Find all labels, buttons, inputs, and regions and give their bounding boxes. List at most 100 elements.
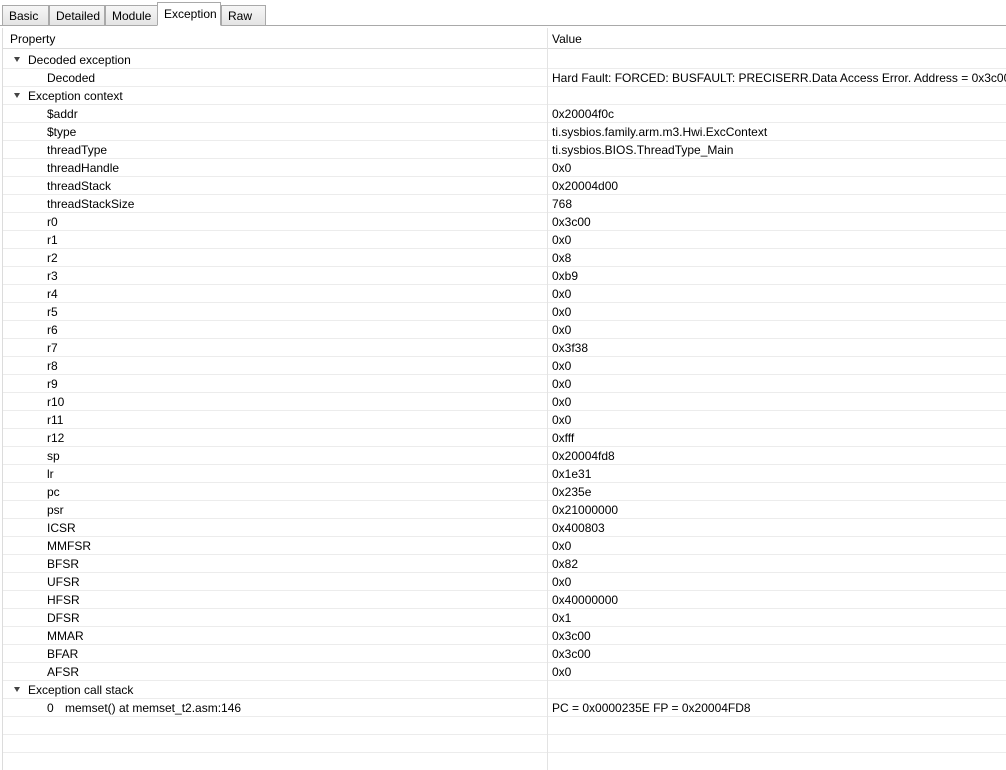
collapse-triangle-icon[interactable]	[14, 57, 20, 62]
table-row[interactable]: $type ti.sysbios.family.arm.m3.Hwi.ExcCon…	[3, 123, 1006, 141]
table-row[interactable]: r11 0x0	[3, 411, 1006, 429]
stack-frame-row[interactable]: 0 memset() at memset_t2.asm:146 PC = 0x0…	[3, 699, 1006, 717]
property-value: 0x0	[552, 305, 572, 319]
property-name: threadHandle	[47, 161, 120, 175]
empty-row	[3, 735, 1006, 753]
group-label: Decoded exception	[28, 53, 131, 67]
collapse-triangle-icon[interactable]	[14, 93, 20, 98]
table-row[interactable]: BFAR 0x3c00	[3, 645, 1006, 663]
property-value: 0x20004fd8	[552, 449, 615, 463]
table-row[interactable]: r1 0x0	[3, 231, 1006, 249]
property-name: r7	[47, 341, 58, 355]
table-row[interactable]: HFSR 0x40000000	[3, 591, 1006, 609]
tab-exception[interactable]: Exception	[157, 2, 221, 26]
property-value: 0xb9	[552, 269, 579, 283]
frame-value: PC = 0x0000235E FP = 0x20004FD8	[552, 701, 751, 715]
property-value: 0x1e31	[552, 467, 592, 481]
group-row-exception-context[interactable]: Exception context	[3, 87, 1006, 105]
table-row[interactable]: r2 0x8	[3, 249, 1006, 267]
column-header-value[interactable]: Value	[552, 32, 582, 46]
table-row[interactable]: r3 0xb9	[3, 267, 1006, 285]
table-row[interactable]: r4 0x0	[3, 285, 1006, 303]
group-row-decoded-exception[interactable]: Decoded exception	[3, 51, 1006, 69]
property-name: ICSR	[47, 521, 76, 535]
table-header: Property Value	[3, 28, 1006, 49]
property-value: 0x3f38	[552, 341, 589, 355]
group-label: Exception call stack	[28, 683, 134, 697]
table-row[interactable]: r5 0x0	[3, 303, 1006, 321]
property-name: threadStackSize	[47, 197, 135, 211]
property-value: 0x8	[552, 251, 572, 265]
property-value: 0x0	[552, 323, 572, 337]
property-name: threadType	[47, 143, 108, 157]
property-value: 0x3c00	[552, 629, 591, 643]
property-value: 0x0	[552, 287, 572, 301]
property-value: 0x0	[552, 359, 572, 373]
table-row[interactable]: threadHandle 0x0	[3, 159, 1006, 177]
table-row[interactable]: threadType ti.sysbios.BIOS.ThreadType_Mai…	[3, 141, 1006, 159]
property-name: psr	[47, 503, 64, 517]
tab-basic[interactable]: Basic	[2, 5, 49, 25]
property-value: 0x235e	[552, 485, 592, 499]
tab-module[interactable]: Module	[105, 5, 158, 25]
property-name: sp	[47, 449, 60, 463]
property-name: lr	[47, 467, 54, 481]
tab-raw[interactable]: Raw	[221, 5, 266, 25]
table-row[interactable]: threadStackSize 768	[3, 195, 1006, 213]
property-name: r0	[47, 215, 58, 229]
table-row[interactable]: ICSR 0x400803	[3, 519, 1006, 537]
property-value: 0x1	[552, 611, 572, 625]
table-row[interactable]: psr 0x21000000	[3, 501, 1006, 519]
table-row[interactable]: r10 0x0	[3, 393, 1006, 411]
property-name: $addr	[47, 107, 78, 121]
table-row[interactable]: r9 0x0	[3, 375, 1006, 393]
property-value: 0x3c00	[552, 647, 591, 661]
property-table: Property Value Decoded exception Decoded…	[2, 28, 1006, 770]
group-row-exception-call-stack[interactable]: Exception call stack	[3, 681, 1006, 699]
property-name: DFSR	[47, 611, 80, 625]
tab-detailed[interactable]: Detailed	[49, 5, 105, 25]
property-name: Decoded	[47, 71, 96, 85]
table-row[interactable]: AFSR 0x0	[3, 663, 1006, 681]
table-row[interactable]: BFSR 0x82	[3, 555, 1006, 573]
property-value: 0x0	[552, 377, 572, 391]
property-value: 0x20004d00	[552, 179, 619, 193]
table-row-decoded[interactable]: Decoded Hard Fault: FORCED: BUSFAULT: PR…	[3, 69, 1006, 87]
property-value: 0x0	[552, 395, 572, 409]
property-name: HFSR	[47, 593, 80, 607]
property-name: AFSR	[47, 665, 80, 679]
column-divider[interactable]	[547, 28, 548, 770]
table-row[interactable]: r6 0x0	[3, 321, 1006, 339]
property-name: UFSR	[47, 575, 80, 589]
table-row[interactable]: r8 0x0	[3, 357, 1006, 375]
table-row[interactable]: sp 0x20004fd8	[3, 447, 1006, 465]
property-value: 0x0	[552, 161, 572, 175]
frame-index: 0	[47, 701, 54, 715]
group-label: Exception context	[28, 89, 123, 103]
table-row[interactable]: $addr 0x20004f0c	[3, 105, 1006, 123]
column-header-property[interactable]: Property	[10, 32, 55, 46]
frame-name: memset() at memset_t2.asm:146	[65, 701, 242, 715]
table-row[interactable]: MMFSR 0x0	[3, 537, 1006, 555]
table-row[interactable]: r12 0xfff	[3, 429, 1006, 447]
property-value: 0x21000000	[552, 503, 619, 517]
property-name: MMAR	[47, 629, 84, 643]
property-value: 0xfff	[552, 431, 575, 445]
property-name: BFAR	[47, 647, 79, 661]
property-name: r5	[47, 305, 58, 319]
table-row[interactable]: r7 0x3f38	[3, 339, 1006, 357]
property-value: ti.sysbios.family.arm.m3.Hwi.ExcContext	[552, 125, 768, 139]
collapse-triangle-icon[interactable]	[14, 687, 20, 692]
table-row[interactable]: UFSR 0x0	[3, 573, 1006, 591]
property-value: 0x0	[552, 575, 572, 589]
property-name: r2	[47, 251, 58, 265]
table-row[interactable]: pc 0x235e	[3, 483, 1006, 501]
table-row[interactable]: lr 0x1e31	[3, 465, 1006, 483]
table-row[interactable]: threadStack 0x20004d00	[3, 177, 1006, 195]
property-value: 0x20004f0c	[552, 107, 615, 121]
tab-bar: Basic Detailed Module Exception Raw	[0, 0, 1006, 26]
table-row[interactable]: r0 0x3c00	[3, 213, 1006, 231]
table-row[interactable]: MMAR 0x3c00	[3, 627, 1006, 645]
property-name: r11	[47, 413, 64, 427]
table-row[interactable]: DFSR 0x1	[3, 609, 1006, 627]
